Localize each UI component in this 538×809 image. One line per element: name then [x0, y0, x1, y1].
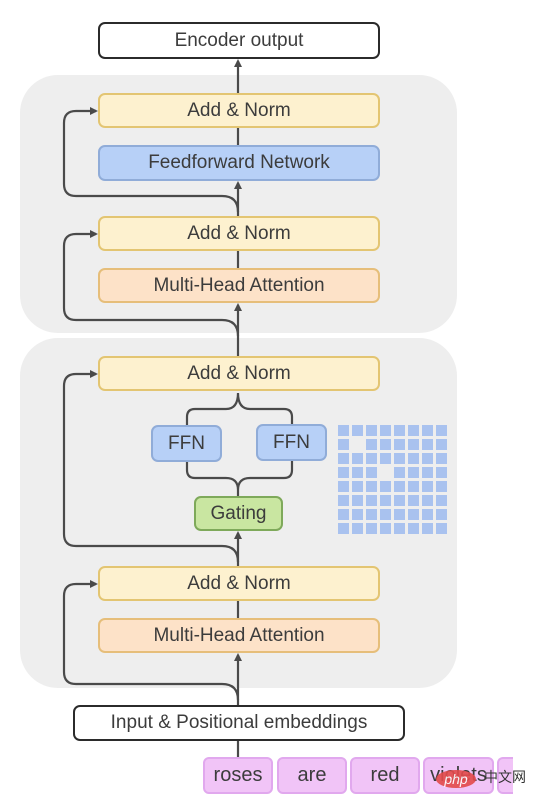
expert-ffn-box-2: FFN [256, 424, 327, 461]
grid-cell [422, 523, 433, 534]
grid-cell [380, 439, 391, 450]
grid-cell [422, 495, 433, 506]
multi-head-attention-box-1: Multi-Head Attention [98, 268, 380, 303]
grid-cell [380, 509, 391, 520]
grid-cell [366, 439, 377, 450]
grid-cell [436, 467, 447, 478]
watermark-text: 中文网 [484, 770, 526, 786]
token-1: roses [203, 757, 273, 794]
grid-cell [366, 523, 377, 534]
grid-cell [408, 481, 419, 492]
grid-cell [394, 523, 405, 534]
grid-cell [422, 509, 433, 520]
grid-cell [422, 481, 433, 492]
multi-head-attention-box-2: Multi-Head Attention [98, 618, 380, 653]
grid-cell [394, 509, 405, 520]
grid-cell [338, 439, 349, 450]
residual-3 [62, 370, 240, 563]
add-norm-box-2: Add & Norm [98, 216, 380, 251]
grid-cell [366, 453, 377, 464]
grid-cell [338, 523, 349, 534]
brace-bottom [185, 461, 294, 496]
grid-cell [422, 453, 433, 464]
grid-cell [408, 523, 419, 534]
grid-cell [436, 509, 447, 520]
grid-cell [352, 523, 363, 534]
add-norm-box-4: Add & Norm [98, 566, 380, 601]
expert-ffn-box-1: FFN [151, 425, 222, 462]
grid-cell [338, 509, 349, 520]
grid-cell [366, 467, 377, 478]
grid-cell [338, 495, 349, 506]
add-norm-box-1: Add & Norm [98, 93, 380, 128]
grid-cell [338, 453, 349, 464]
gating-box: Gating [194, 496, 283, 531]
grid-cell [366, 481, 377, 492]
brace-top [185, 392, 294, 425]
grid-cell [436, 453, 447, 464]
grid-cell [408, 453, 419, 464]
grid-cell [422, 425, 433, 436]
grid-cell [380, 425, 391, 436]
encoder-output-box: Encoder output [98, 22, 380, 59]
grid-cell [352, 509, 363, 520]
grid-cell [408, 495, 419, 506]
grid-cell [436, 495, 447, 506]
grid-cell [380, 523, 391, 534]
grid-cell [380, 495, 391, 506]
grid-cell [380, 453, 391, 464]
grid-cell [352, 467, 363, 478]
grid-cell [436, 481, 447, 492]
grid-cell [338, 425, 349, 436]
token-3: red [350, 757, 420, 794]
grid-cell [436, 439, 447, 450]
grid-cell [394, 453, 405, 464]
grid-cell [394, 495, 405, 506]
grid-cell [408, 425, 419, 436]
add-norm-box-3: Add & Norm [98, 356, 380, 391]
grid-cell [394, 467, 405, 478]
grid-cell [436, 523, 447, 534]
grid-cell [338, 467, 349, 478]
grid-cell [394, 425, 405, 436]
grid-cell [352, 425, 363, 436]
input-embeddings-box: Input & Positional embeddings [73, 705, 405, 741]
grid-cell [380, 481, 391, 492]
grid-cell [366, 495, 377, 506]
grid-cell [394, 439, 405, 450]
grid-cell [352, 481, 363, 492]
grid-cell [408, 509, 419, 520]
grid-cell [352, 453, 363, 464]
grid-cell [408, 467, 419, 478]
grid-cell [338, 481, 349, 492]
grid-cell [394, 481, 405, 492]
grid-cell [366, 425, 377, 436]
grid-cell [436, 425, 447, 436]
grid-cell [408, 439, 419, 450]
grid-cell [366, 509, 377, 520]
feedforward-network-box: Feedforward Network [98, 145, 380, 181]
grid-cell [352, 495, 363, 506]
token-2: are [277, 757, 347, 794]
watermark-logo: php [436, 770, 476, 788]
grid-cell [422, 467, 433, 478]
grid-cell [422, 439, 433, 450]
